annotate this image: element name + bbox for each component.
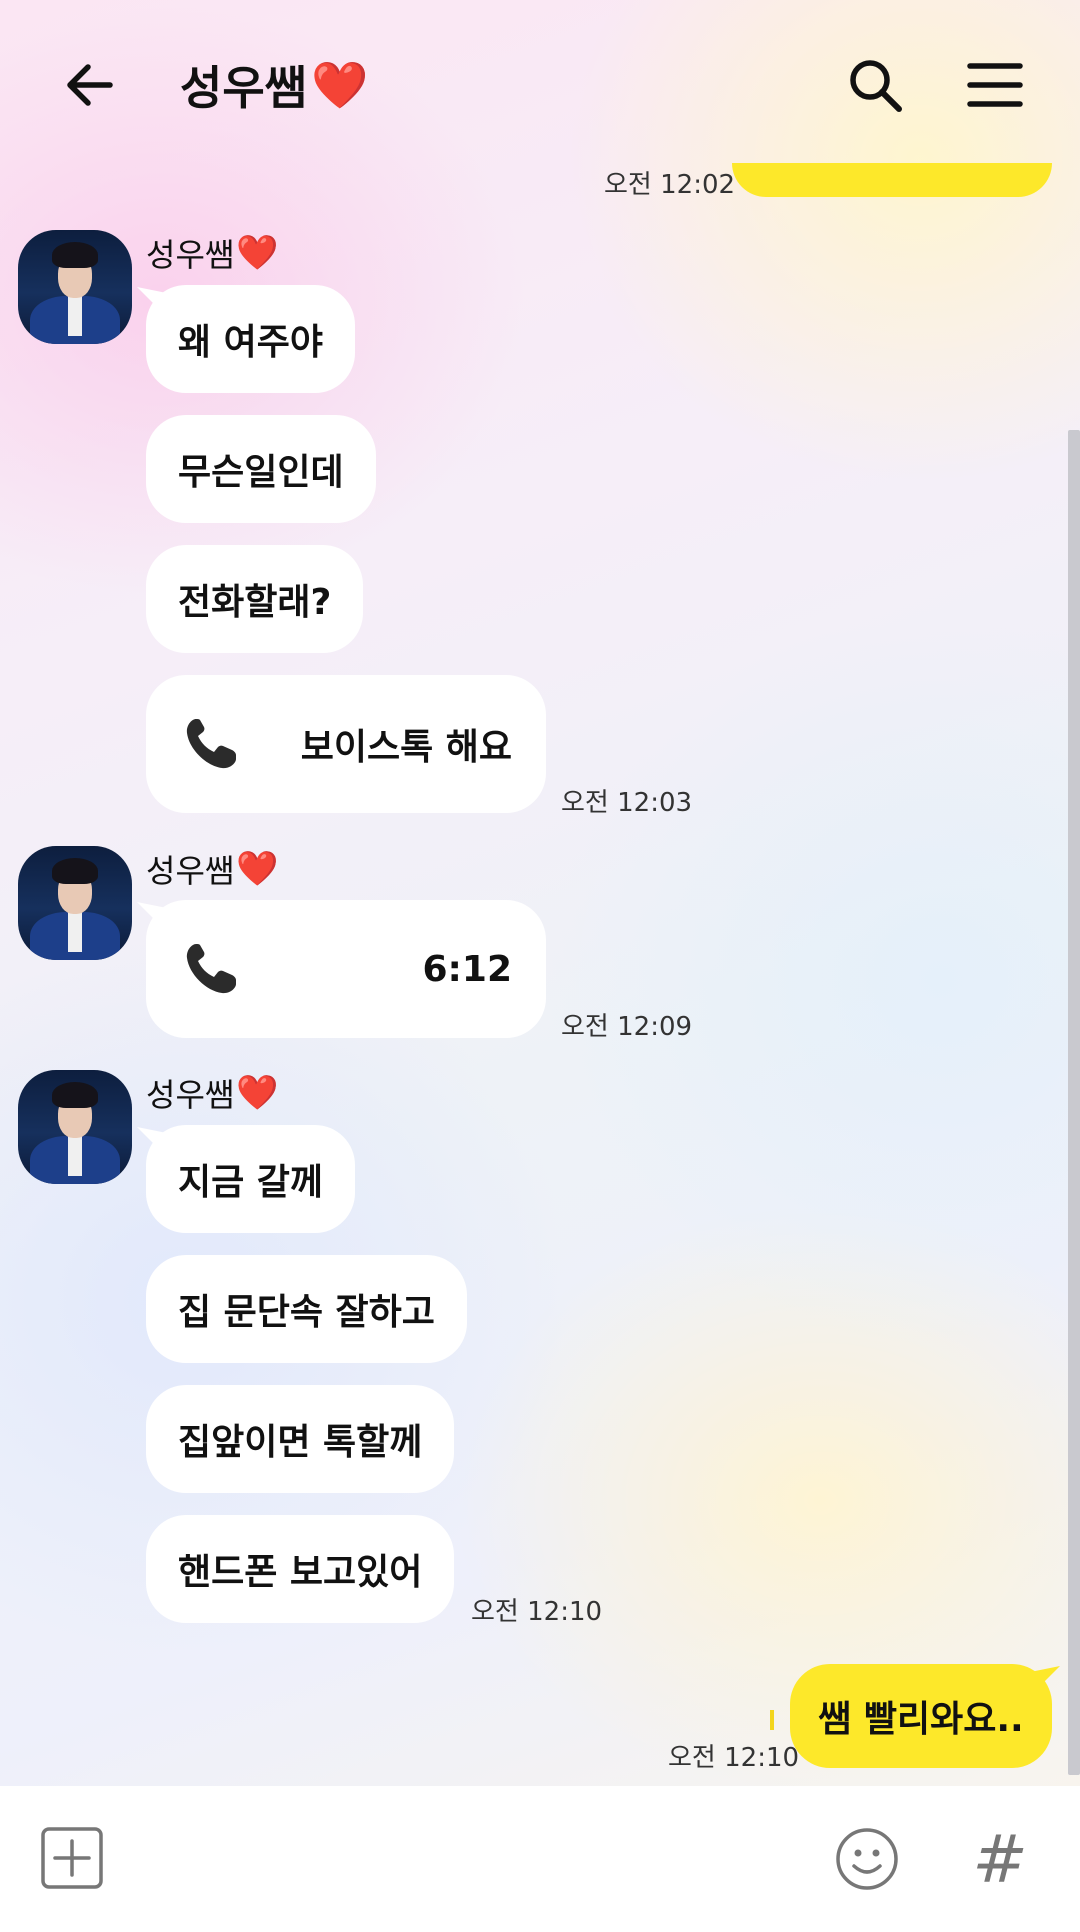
heart-icon: ❤️	[236, 233, 279, 273]
message-bubble[interactable]: 왜 여주야	[146, 285, 356, 393]
avatar[interactable]	[18, 230, 132, 344]
voice-talk-bubble[interactable]: 보이스톡 해요	[146, 675, 546, 813]
avatar-shirt	[68, 1136, 82, 1176]
menu-button[interactable]	[955, 45, 1035, 125]
emoji-button[interactable]	[834, 1826, 900, 1892]
message-bubble[interactable]: 지금 갈께	[146, 1125, 356, 1233]
message-bubble[interactable]: 집앞이면 톡할께	[146, 1385, 455, 1493]
message-text: 전화할래?	[178, 582, 332, 623]
avatar-shirt	[68, 912, 82, 952]
back-button[interactable]	[50, 45, 130, 125]
call-label: 보이스톡 해요	[300, 727, 512, 768]
search-icon	[850, 60, 902, 112]
avatar[interactable]	[18, 1070, 132, 1184]
message-bubble[interactable]: 전화할래?	[146, 545, 364, 653]
phone-icon	[186, 944, 236, 994]
message-bubble[interactable]: 무슨일인데	[146, 415, 376, 523]
chat-header: 성우쌤 ❤️	[0, 0, 1080, 170]
sender-name-text: 성우쌤	[146, 236, 235, 274]
avatar-hair	[52, 242, 98, 268]
message-time: 오전 12:09	[561, 1012, 693, 1042]
hashtag-icon: #	[972, 1820, 1028, 1898]
avatar-hair	[52, 858, 98, 884]
message-text: 핸드폰 보고있어	[178, 1552, 423, 1593]
avatar[interactable]	[18, 846, 132, 960]
avatar-hair	[52, 1082, 98, 1108]
message-time: 오전 12:02	[604, 170, 736, 200]
chat-title: 성우쌤 ❤️	[180, 50, 368, 120]
message-bubble[interactable]: 핸드폰 보고있어	[146, 1515, 455, 1623]
message-text: 집 문단속 잘하고	[178, 1292, 435, 1333]
chat-scrollbar[interactable]	[1068, 430, 1080, 1775]
heart-icon: ❤️	[236, 1073, 279, 1113]
emoji-smile-icon	[836, 1828, 898, 1890]
message-text: 집앞이면 톡할께	[178, 1422, 423, 1463]
sender-name: 성우쌤 ❤️	[146, 230, 279, 276]
unread-marker	[770, 1710, 774, 1730]
add-button[interactable]	[40, 1826, 104, 1890]
arrow-left-icon	[67, 64, 113, 106]
message-text: 무슨일인데	[178, 452, 344, 493]
input-bar: #	[0, 1786, 1080, 1932]
message-text: 왜 여주야	[178, 322, 324, 363]
message-text: 지금 갈께	[178, 1162, 324, 1203]
search-button[interactable]	[835, 45, 915, 125]
heart-icon: ❤️	[236, 849, 279, 889]
plus-square-icon	[41, 1827, 103, 1889]
hamburger-menu-icon	[967, 63, 1023, 107]
message-bubble[interactable]: 집 문단속 잘하고	[146, 1255, 467, 1363]
message-text: 쌤 빨리와요..	[818, 1699, 1024, 1740]
hashtag-search-button[interactable]: #	[970, 1816, 1030, 1902]
sender-name: 성우쌤 ❤️	[146, 846, 279, 892]
my-message-bubble[interactable]: 쌤 빨리와요..	[790, 1664, 1052, 1768]
sender-name: 성우쌤 ❤️	[146, 1070, 279, 1116]
avatar-shirt	[68, 296, 82, 336]
message-time: 오전 12:10	[471, 1597, 603, 1627]
sender-name-text: 성우쌤	[146, 1076, 235, 1114]
my-message-bubble-partial[interactable]	[732, 163, 1052, 197]
message-time: 오전 12:10	[668, 1743, 800, 1773]
heart-icon: ❤️	[310, 57, 369, 112]
message-time: 오전 12:03	[561, 788, 693, 818]
phone-icon	[186, 719, 236, 769]
voice-talk-bubble[interactable]: 6:12	[146, 900, 546, 1038]
chat-title-text: 성우쌤	[180, 61, 307, 115]
call-duration: 6:12	[422, 948, 512, 990]
sender-name-text: 성우쌤	[146, 852, 235, 890]
